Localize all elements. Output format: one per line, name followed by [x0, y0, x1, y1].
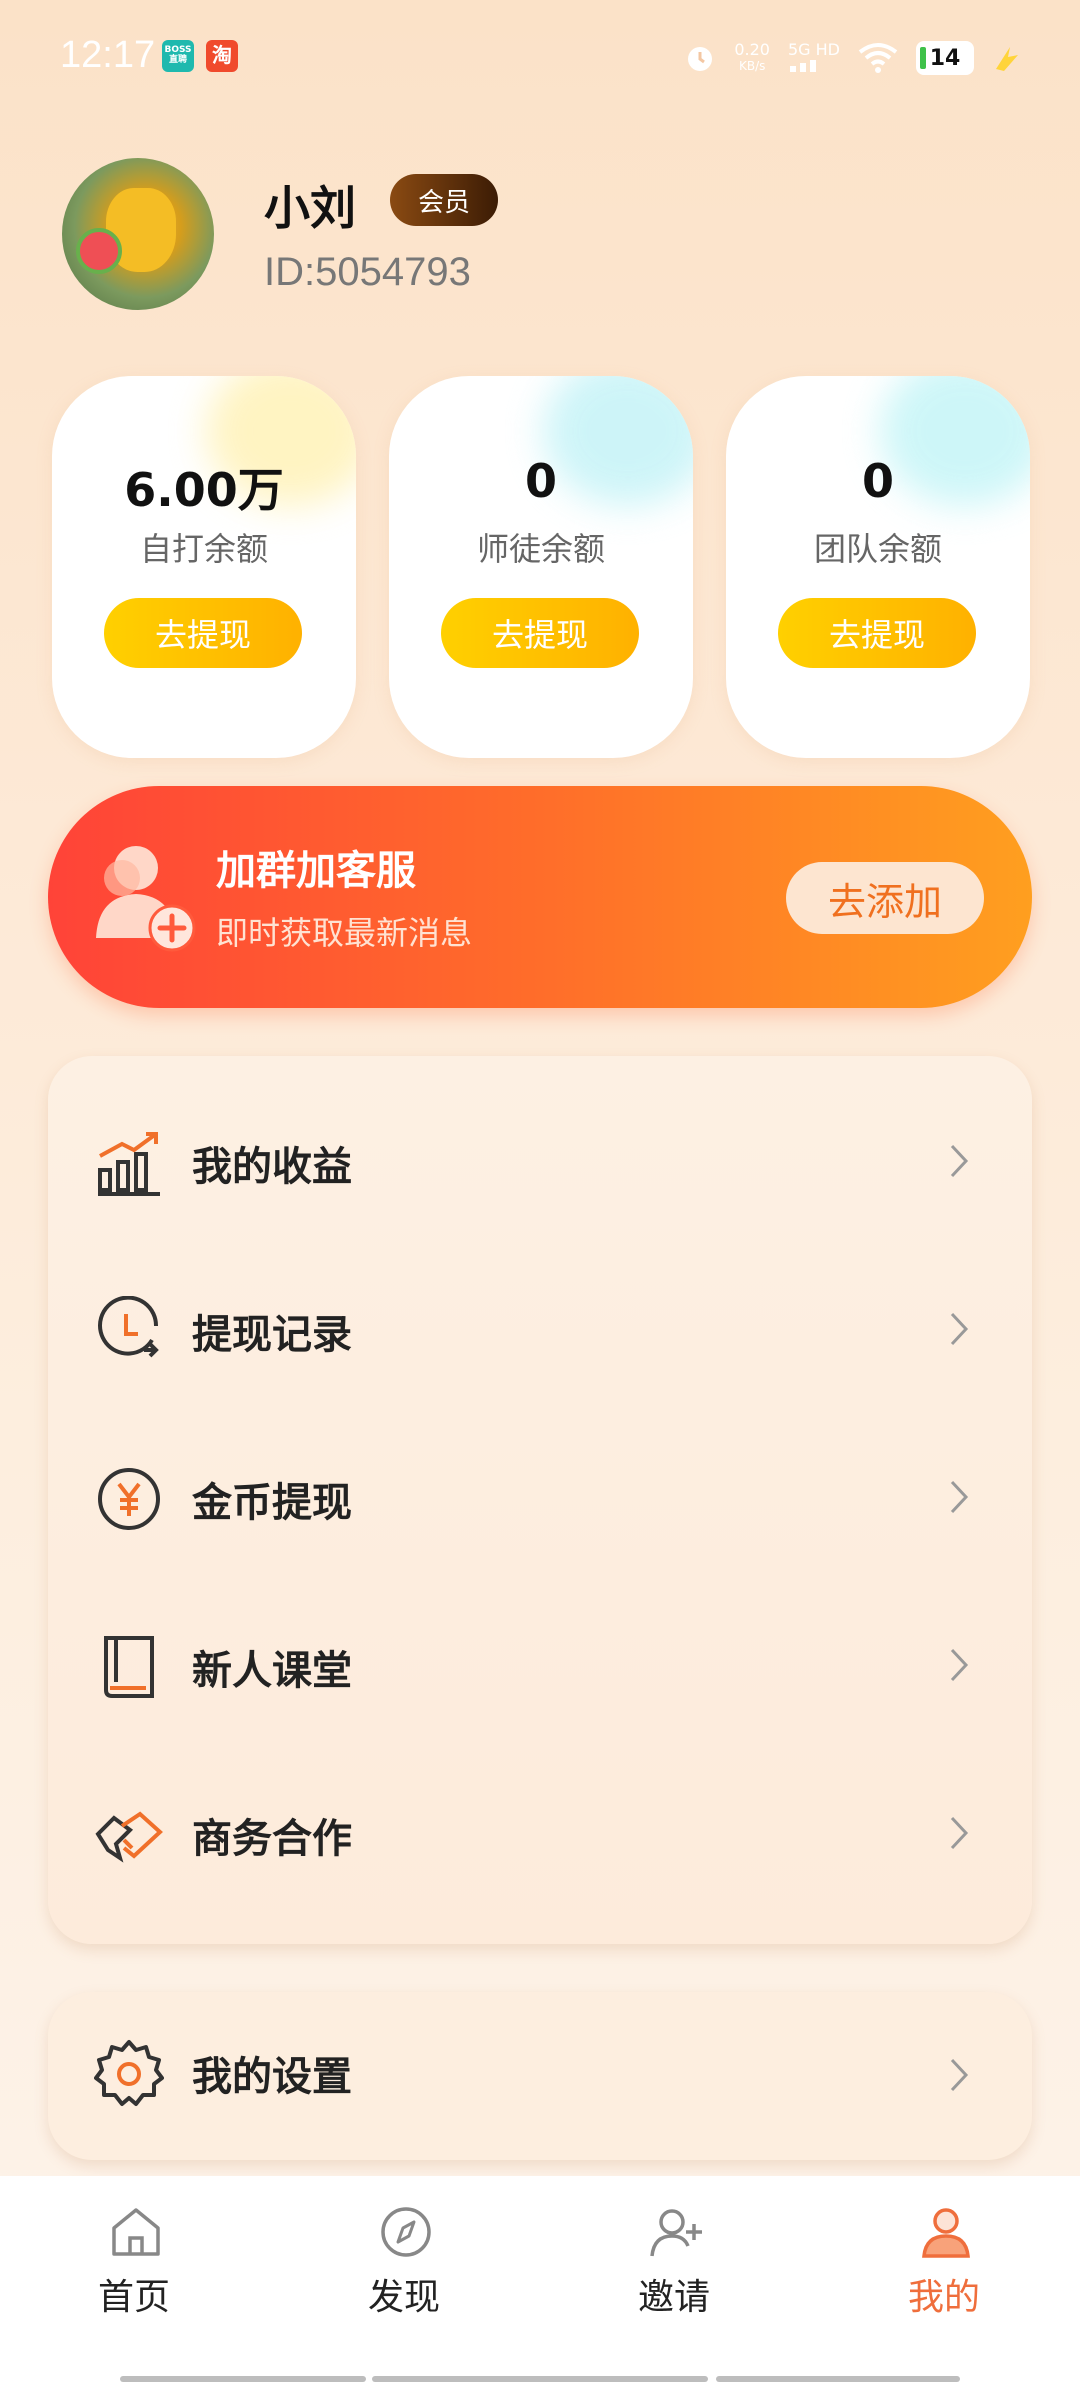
add-contact-icon: [96, 846, 196, 952]
status-time: 12:17: [60, 34, 156, 76]
chevron-right-icon: [950, 1816, 969, 1850]
menu-label: 新人课堂: [192, 1648, 352, 1694]
withdraw-button-team[interactable]: 去提现: [778, 598, 976, 668]
wifi-icon: [858, 43, 898, 73]
nav-home[interactable]: 首页: [44, 2204, 224, 2334]
signal-icon: [789, 59, 816, 72]
menu-label: 金币提现: [192, 1480, 352, 1526]
menu-item-business[interactable]: 商务合作: [48, 1750, 1032, 1918]
net-speed-unit: KB/s: [738, 59, 766, 73]
invite-user-icon: [650, 2209, 702, 2257]
group-banner-subtitle: 即时获取最新消息: [216, 914, 473, 952]
charging-icon: [996, 47, 1018, 71]
join-group-banner[interactable]: 加群加客服 即时获取最新消息 去添加: [48, 786, 1032, 1008]
battery-indicator: 14: [916, 41, 974, 75]
nav-discover[interactable]: 发现: [314, 2204, 494, 2334]
nav-mine[interactable]: 我的: [854, 2204, 1034, 2334]
group-banner-title: 加群加客服: [216, 848, 416, 894]
balance-card-team: 0 团队余额 去提现: [726, 376, 1030, 758]
chevron-right-icon: [950, 1648, 969, 1682]
balance-value: 0: [524, 454, 557, 508]
nav-label: 首页: [97, 2277, 170, 2318]
bottom-nav: 首页 发现 邀请 我的: [0, 2176, 1080, 2388]
gesture-bar-segment: [716, 2376, 960, 2382]
balance-card-mentor: 0 师徒余额 去提现: [389, 376, 693, 758]
balance-value: 0: [861, 454, 894, 508]
menu-item-coin-withdraw[interactable]: 金币提现: [48, 1414, 1032, 1582]
network-type: 5G HD: [787, 39, 840, 75]
menu-item-settings[interactable]: 我的设置: [48, 1992, 1032, 2160]
handshake-icon: [95, 1811, 163, 1863]
menu-label: 提现记录: [192, 1312, 352, 1358]
gesture-bar-segment: [120, 2376, 366, 2382]
user-name: 小刘: [264, 181, 356, 235]
menu-label: 我的收益: [192, 1144, 352, 1190]
nav-label: 我的: [907, 2277, 980, 2318]
balance-card-self: 6.00万 自打余额 去提现: [52, 376, 356, 758]
status-bar: 12:17 BOSS直聘 淘 0.20 KB/s 5G HD 14: [0, 0, 1080, 116]
withdraw-button-self[interactable]: 去提现: [104, 598, 302, 668]
balance-label: 自打余额: [139, 530, 268, 568]
earnings-chart-icon: [98, 1132, 160, 1196]
status-indicators: 0.20 KB/s 5G HD 14: [684, 36, 1022, 80]
balance-label: 团队余额: [813, 530, 942, 568]
vip-badge: 会员: [390, 174, 498, 226]
menu-item-newbie-class[interactable]: 新人课堂: [48, 1582, 1032, 1750]
book-icon: [104, 1636, 154, 1698]
menu-card: 我的收益 提现记录 金币提现 新人课堂 商务合作: [48, 1056, 1032, 1944]
boss-app-icon: BOSS直聘: [162, 40, 194, 72]
menu-item-earnings[interactable]: 我的收益: [48, 1078, 1032, 1246]
withdraw-button-mentor[interactable]: 去提现: [441, 598, 639, 668]
menu-label: 我的设置: [192, 2054, 352, 2100]
chevron-right-icon: [950, 1480, 969, 1514]
net-speed: 0.20 KB/s: [734, 42, 770, 74]
gear-icon: [94, 2040, 164, 2106]
balance-label: 师徒余额: [476, 530, 605, 568]
avatar[interactable]: [62, 158, 214, 310]
taobao-app-icon: 淘: [206, 40, 238, 72]
yuan-coin-icon: [98, 1468, 160, 1530]
network-label: 5G HD: [787, 39, 840, 59]
add-group-button[interactable]: 去添加: [786, 862, 984, 934]
home-icon: [112, 2208, 160, 2256]
nav-label: 发现: [367, 2277, 440, 2318]
net-speed-value: 0.20: [734, 40, 770, 59]
user-icon: [922, 2208, 970, 2258]
gesture-bar-segment: [372, 2376, 708, 2382]
chevron-right-icon: [950, 1312, 969, 1346]
nav-label: 邀请: [637, 2277, 710, 2318]
balance-value: 6.00万: [124, 463, 284, 517]
alarm-icon: [688, 47, 713, 71]
nav-invite[interactable]: 邀请: [584, 2204, 764, 2334]
clock-record-icon: [98, 1296, 159, 1358]
battery-level: 14: [929, 45, 961, 71]
menu-item-withdraw-records[interactable]: 提现记录: [48, 1246, 1032, 1414]
compass-icon: [381, 2207, 431, 2257]
chevron-right-icon: [950, 2058, 969, 2092]
chevron-right-icon: [950, 1144, 969, 1178]
menu-label: 商务合作: [192, 1816, 352, 1862]
user-id: ID:5054793: [264, 250, 471, 294]
